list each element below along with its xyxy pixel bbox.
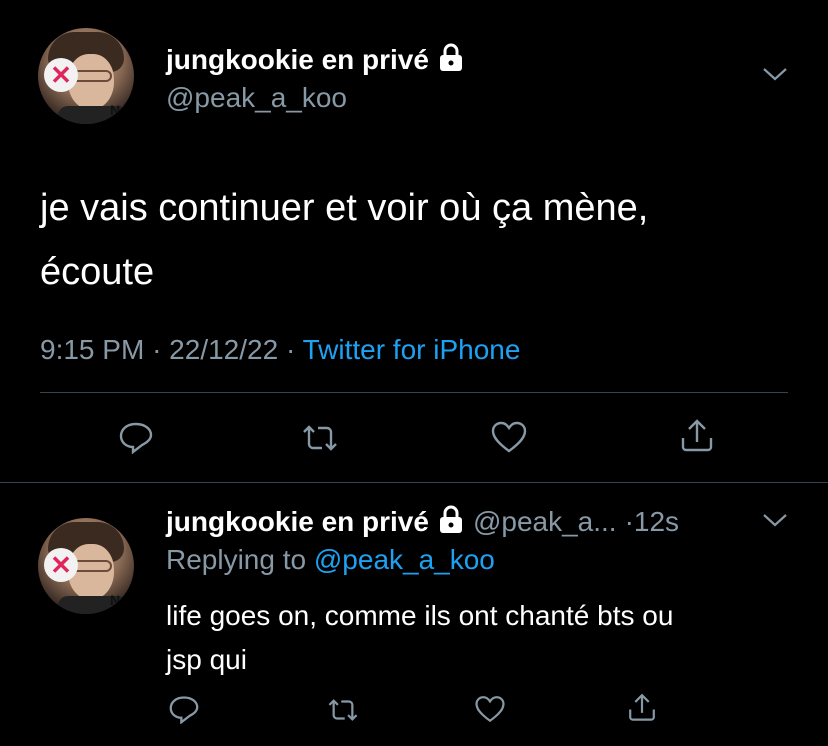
tweet-source-link[interactable]: Twitter for iPhone xyxy=(303,334,521,365)
reply-icon[interactable] xyxy=(118,420,154,459)
reply-tweet-handle[interactable]: @peak_a... xyxy=(473,506,617,538)
meta-separator: · xyxy=(152,334,162,365)
retweet-icon[interactable] xyxy=(300,422,340,459)
chevron-down-icon[interactable] xyxy=(762,66,788,87)
main-tweet-display-name[interactable]: jungkookie en privé xyxy=(166,44,429,76)
chevron-down-icon[interactable] xyxy=(762,512,788,533)
main-tweet-meta: 9:15 PM · 22/12/22 · Twitter for iPhone xyxy=(40,334,520,366)
reply-tweet-avatar[interactable]: ✕ N xyxy=(38,518,134,614)
like-icon[interactable] xyxy=(474,694,506,729)
reply-tweet-text: life goes on, comme ils ont chanté bts o… xyxy=(166,594,673,682)
tweet-time: 9:15 PM xyxy=(40,334,145,365)
share-icon[interactable] xyxy=(626,690,658,729)
divider xyxy=(40,392,788,393)
share-icon[interactable] xyxy=(678,416,716,459)
lock-icon xyxy=(438,42,464,77)
reply-tweet-age: ·12s xyxy=(624,505,680,537)
reply-tweet-text-line-2: jsp qui xyxy=(166,644,247,675)
avatar-sign: ✕ xyxy=(44,58,78,92)
reply-icon[interactable] xyxy=(168,694,200,729)
divider xyxy=(0,482,828,483)
replying-to: Replying to @peak_a_koo xyxy=(166,544,495,576)
avatar-shirt-letter: N xyxy=(110,102,121,118)
replying-to-label: Replying to xyxy=(166,544,307,575)
reply-tweet-text-line-1: life goes on, comme ils ont chanté bts o… xyxy=(166,600,674,631)
main-tweet-text-line-2: écoute xyxy=(40,251,155,293)
like-icon[interactable] xyxy=(490,420,528,459)
meta-separator: · xyxy=(285,334,296,365)
main-tweet-text-line-1: je vais continuer et voir où ça mène, xyxy=(40,187,649,229)
main-tweet-avatar[interactable]: ✕ N xyxy=(38,28,134,124)
main-tweet-text: je vais continuer et voir où ça mène, éc… xyxy=(40,176,648,304)
retweet-icon[interactable] xyxy=(326,696,360,729)
avatar-sign: ✕ xyxy=(44,548,78,582)
lock-icon xyxy=(438,504,464,539)
tweet-date: 22/12/22 xyxy=(169,334,279,365)
main-tweet-handle[interactable]: @peak_a_koo xyxy=(166,82,347,114)
reply-tweet-display-name[interactable]: jungkookie en privé xyxy=(166,506,429,538)
avatar-shirt-letter: N xyxy=(110,592,121,608)
replying-to-handle-link[interactable]: @peak_a_koo xyxy=(314,544,495,575)
